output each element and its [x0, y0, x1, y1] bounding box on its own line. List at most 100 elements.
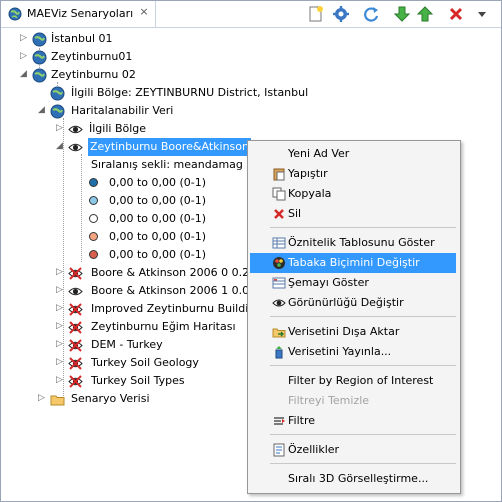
menu-item-filter-by-region[interactable]: Filter by Region of Interest: [250, 371, 456, 391]
collapse-icon[interactable]: ◢: [37, 106, 46, 115]
eye-icon[interactable]: [68, 122, 83, 137]
menu-separator: [270, 227, 456, 228]
expand-icon[interactable]: ▷: [19, 52, 28, 61]
menu-item-label: Sıralı 3D Görselleştirme...: [288, 472, 429, 485]
menu-item-paste[interactable]: Yapıştır: [250, 164, 456, 184]
menu-item-label: Özellikler: [288, 443, 340, 456]
legend-label: 0,00 to 0,00 (0-1): [109, 194, 207, 207]
legend-swatch: [89, 250, 98, 259]
eye-icon[interactable]: [68, 284, 83, 299]
menu-item-copy[interactable]: Kopyala: [250, 184, 456, 204]
menu-item-label: Tabaka Biçimini Değiştir: [288, 256, 420, 269]
expand-icon[interactable]: ▷: [55, 340, 64, 349]
menu-item-label: Sil: [288, 207, 302, 220]
globe-icon: [32, 68, 47, 83]
tree-item-label: Senaryo Verisi: [71, 392, 150, 405]
globe-icon: [32, 32, 47, 47]
menu-item-rename[interactable]: Yeni Ad Ver: [250, 144, 456, 164]
menu-separator: [270, 434, 456, 435]
menu-item-show-attribute-table[interactable]: Öznitelik Tablosunu Göster: [250, 233, 456, 253]
refresh-icon[interactable]: [362, 5, 380, 23]
collapse-icon[interactable]: ◢: [55, 142, 64, 151]
menu-item-delete[interactable]: Sil: [250, 204, 456, 224]
menu-separator: [270, 463, 456, 464]
menu-item-label: Öznitelik Tablosunu Göster: [288, 236, 435, 249]
tree-item-label: Improved Zeytinburnu Buildir: [91, 302, 253, 315]
view-menu-icon[interactable]: [473, 5, 491, 23]
legend-swatch: [89, 232, 98, 241]
sort-label: Sıralanış sekli: meandamag: [91, 158, 243, 171]
settings-icon[interactable]: [332, 5, 350, 23]
menu-item-label: Filtreyi Temizle: [288, 394, 370, 407]
menu-item-show-schema[interactable]: Şemayı Göster: [250, 273, 456, 293]
menu-item-publish-dataset[interactable]: Verisetini Yayınla...: [250, 342, 456, 362]
globe-icon: [32, 50, 47, 65]
expand-icon[interactable]: ▷: [37, 394, 46, 403]
menu-item-filter[interactable]: Filtre: [250, 411, 456, 431]
copy-icon: [272, 187, 286, 201]
expand-icon[interactable]: ▷: [55, 268, 64, 277]
new-scenario-icon[interactable]: [307, 5, 325, 23]
tree-item-label: İlgili Bölge: [89, 122, 147, 135]
expand-icon[interactable]: ▷: [55, 322, 64, 331]
tree-item-label: Zeytinburnu Boore&Atkinson: [88, 138, 251, 156]
menu-item-label: Filter by Region of Interest: [288, 374, 434, 387]
menu-item-toggle-visibility[interactable]: Görünürlüğü Değiştir: [250, 293, 456, 313]
move-down-icon[interactable]: [393, 5, 411, 23]
scenarios-tab[interactable]: MAEViz Senaryoları ×: [1, 1, 156, 27]
menu-item-label: Yeni Ad Ver: [288, 147, 350, 160]
scenarios-view: MAEViz Senaryoları × ▷ İstanbul 01 ▷ Zey…: [0, 0, 502, 502]
menu-item-label: Kopyala: [288, 187, 332, 200]
expand-icon[interactable]: ▷: [55, 124, 64, 133]
eye-hidden-icon[interactable]: [68, 320, 83, 335]
menu-item-sequential-3d[interactable]: Sıralı 3D Görselleştirme...: [250, 469, 456, 489]
table-icon: [272, 236, 286, 250]
legend-label: 0,00 to 0,00 (0-1): [109, 230, 207, 243]
menu-item-properties[interactable]: Özellikler: [250, 440, 456, 460]
menu-item-label: Verisetini Yayınla...: [288, 345, 392, 358]
tree-item-label: Turkey Soil Types: [91, 374, 185, 387]
menu-item-label: Verisetini Dışa Aktar: [288, 325, 400, 338]
export-icon: [272, 325, 286, 339]
visibility-icon: [272, 296, 286, 310]
style-icon: [272, 256, 286, 270]
publish-icon: [272, 345, 286, 359]
legend-swatch: [89, 178, 98, 187]
expand-icon[interactable]: ▷: [55, 376, 64, 385]
eye-hidden-icon[interactable]: [68, 356, 83, 371]
legend-label: 0,00 to 0,00 (0-1): [109, 248, 207, 261]
expand-icon[interactable]: ▷: [55, 286, 64, 295]
delete-icon: [272, 207, 286, 221]
eye-hidden-icon[interactable]: [68, 338, 83, 353]
expand-icon[interactable]: ▷: [55, 304, 64, 313]
globe-icon: [8, 7, 22, 21]
tree-item-label: Zeytinburnu Eğim Haritası: [91, 320, 236, 333]
menu-separator: [270, 316, 456, 317]
globe-icon: [50, 86, 65, 101]
close-icon[interactable]: ×: [138, 6, 150, 18]
menu-item-change-layer-style[interactable]: Tabaka Biçimini Değiştir: [250, 253, 456, 273]
tree-item-label: DEM - Turkey: [91, 338, 163, 351]
menu-item-export-dataset[interactable]: Verisetini Dışa Aktar: [250, 322, 456, 342]
expand-icon[interactable]: ▷: [55, 358, 64, 367]
delete-icon[interactable]: [447, 5, 465, 23]
legend-label: 0,00 to 0,00 (0-1): [109, 212, 207, 225]
eye-hidden-icon[interactable]: [68, 302, 83, 317]
eye-hidden-icon[interactable]: [68, 266, 83, 281]
paste-icon: [272, 167, 286, 181]
legend-swatch: [89, 214, 98, 223]
menu-item-label: Yapıştır: [288, 167, 328, 180]
tree-item-label: Haritalanabilir Veri: [71, 104, 174, 117]
expand-icon[interactable]: ▷: [19, 34, 28, 43]
move-up-icon[interactable]: [416, 5, 434, 23]
menu-item-clear-filter: Filtreyi Temizle: [250, 391, 456, 411]
eye-hidden-icon[interactable]: [68, 374, 83, 389]
filter-icon: [272, 414, 286, 428]
eye-icon[interactable]: [68, 140, 83, 155]
schema-icon: [272, 276, 286, 290]
context-menu: Yeni Ad Ver Yapıştır Kopyala Sil Öznitel…: [247, 140, 461, 494]
view-tab-bar: MAEViz Senaryoları ×: [1, 1, 501, 28]
collapse-icon[interactable]: ◢: [19, 70, 28, 79]
legend-label: 0,00 to 0,00 (0-1): [109, 176, 207, 189]
tab-title: MAEViz Senaryoları: [27, 7, 134, 20]
